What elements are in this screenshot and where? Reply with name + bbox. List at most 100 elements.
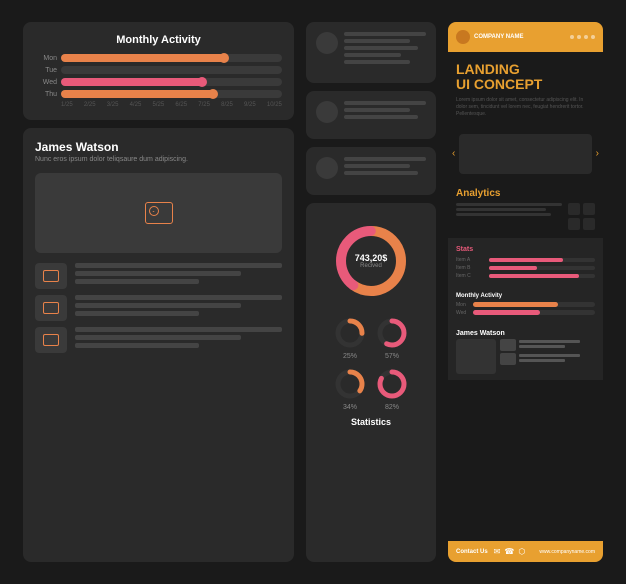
item-text-3 [75,327,282,351]
rp-carousel: ‹ › [448,128,603,180]
rp-hero-title: LANDING UI CONCEPT [456,62,595,93]
nav-dots [570,35,595,39]
text-lines-1 [344,32,426,67]
grid-label-6: 6/25 [175,102,187,108]
grid-label-5: 5/25 [153,102,165,108]
rp-mini-thumb-2 [500,353,516,365]
donut-label: Recived [355,263,388,269]
grid-label-2: 2/25 [84,102,96,108]
activity-row-tue: Tue [35,66,282,74]
rp-mini-item-1 [500,339,595,351]
activity-label-thu: Thu [35,91,57,98]
thumbnail-icon-2 [43,302,59,314]
rp-stats-title: Stats [456,246,595,253]
avatar-1 [316,32,338,54]
rp-hero-text: Lorem ipsum dolor sit amet, consectetur … [456,97,595,118]
grid-label-4: 4/25 [130,102,142,108]
text-card-1 [306,22,436,83]
bar-container-tue [61,66,282,74]
rp-profile-image [456,339,496,374]
grid-label-9: 9/25 [244,102,256,108]
small-donut-label-3: 34% [343,404,357,411]
bar-container-thu [61,90,282,98]
carousel-item [459,134,591,174]
activity-label-wed: Wed [35,79,57,86]
avatar-row-2 [316,101,426,123]
grid-label-8: 8/25 [221,102,233,108]
profile-image [35,173,282,253]
small-donut-2: 57% [374,315,410,360]
grid-label-1: 1/25 [61,102,73,108]
rp-analytics: Analytics [448,180,603,238]
item-thumbnail-2 [35,295,67,321]
main-donut: 743,20$ Recived [331,221,411,301]
list-item [35,263,282,289]
bar-container-mon [61,54,282,62]
table-row: Item B [456,265,595,271]
rp-header: COMPANY NAME [448,22,603,52]
grid-label-7: 7/25 [198,102,210,108]
activity-row-mon: Mon [35,54,282,62]
profile-section: James Watson Nunc eros ipsum dolor teliq… [23,128,294,562]
grid-label-3: 3/25 [107,102,119,108]
contact-url: www.companyname.com [539,549,595,555]
analytics-text [456,203,562,230]
bar-dot-mon [219,53,229,63]
monthly-activity-title: Monthly Activity [35,34,282,46]
activity-label-tue: Tue [35,67,57,74]
rp-mini-thumb-1 [500,339,516,351]
content-items [35,263,282,353]
avatar-2 [316,101,338,123]
avatar-3 [316,157,338,179]
rp-profile: James Watson [448,324,603,380]
middle-panel: 743,20$ Recived 25% [306,22,436,562]
thumbnail-icon-1 [43,270,59,282]
text-card-2 [306,91,436,139]
avatar-row-3 [316,157,426,179]
analytics-title: Analytics [456,188,595,199]
rp-mini-item-2 [500,353,595,365]
rp-profile-name: James Watson [456,330,595,337]
donut-center: 743,20$ Recived [355,253,388,269]
carousel-next-arrow[interactable]: › [596,148,599,159]
location-icon: ⬡ [518,547,525,556]
rp-profile-grid [456,339,595,374]
rp-contact: Contact Us ✉ ☎ ⬡ www.companyname.com [448,541,603,562]
text-lines-3 [344,157,426,178]
image-icon [145,202,173,224]
stats-card: 743,20$ Recived 25% [306,203,436,562]
activity-label-mon: Mon [35,55,57,62]
profile-subtitle: Nunc eros ipsum dolor teliqsaure dum adi… [35,156,282,163]
small-donut-1: 25% [332,315,368,360]
company-logo [456,30,470,44]
thumbnail-icon-3 [43,334,59,346]
text-card-3 [306,147,436,195]
contact-label: Contact Us [456,549,488,555]
bar-fill-mon [61,54,227,62]
small-donut-label-4: 82% [385,404,399,411]
rp-bar-row-2: Wed [456,310,595,316]
rp-stats-rows: Item A Item B Item C [456,257,595,279]
left-panel: Monthly Activity Mon Tue [23,22,294,562]
rp-activity: Monthly Activity Mon Wed [448,287,603,324]
bar-dot-wed [197,77,207,87]
company-name: COMPANY NAME [474,34,523,40]
rp-activity-title: Monthly Activity [456,293,595,299]
bar-fill-wed [61,78,205,86]
table-row: Item A [456,257,595,263]
analytics-content [456,203,595,230]
list-item [35,327,282,353]
small-donut-label-2: 57% [385,353,399,360]
small-donut-label-1: 25% [343,353,357,360]
activity-row-wed: Wed [35,78,282,86]
rp-bar-row-1: Mon [456,302,595,308]
phone-icon: ☎ [504,547,514,556]
small-donuts: 25% 57% 34% [332,315,410,411]
carousel-prev-arrow[interactable]: ‹ [452,148,455,159]
activity-rows: Mon Tue Wed [35,54,282,98]
activity-row-thu: Thu [35,90,282,98]
item-text-1 [75,263,282,287]
item-thumbnail-3 [35,327,67,353]
item-text-2 [75,295,282,319]
bar-fill-thu [61,90,216,98]
